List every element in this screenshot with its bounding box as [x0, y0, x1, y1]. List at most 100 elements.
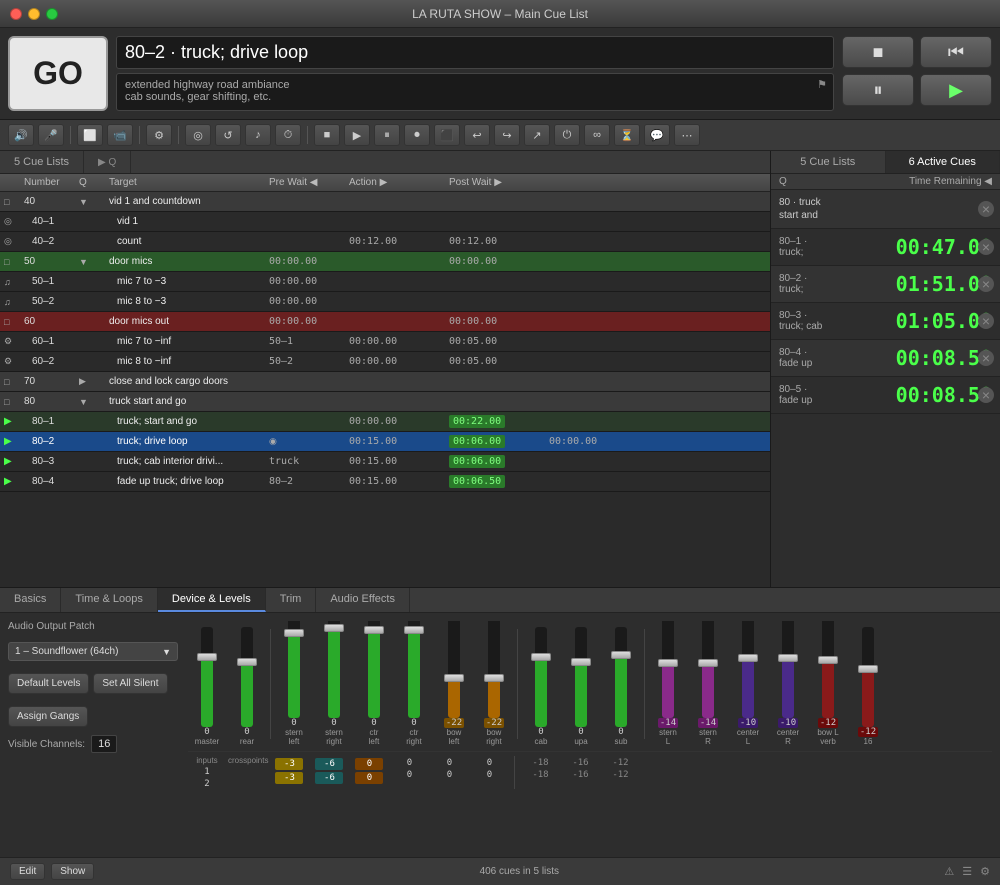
record-btn[interactable]: ⏺ [404, 124, 430, 146]
active-cue-close[interactable]: × [978, 276, 994, 292]
fader-track[interactable] [575, 627, 587, 727]
fader-track[interactable] [742, 621, 754, 718]
goto-btn[interactable]: ↗ [524, 124, 550, 146]
fader-track[interactable] [702, 621, 714, 718]
active-cue-close[interactable]: × [978, 239, 994, 255]
chat-btn[interactable]: 💬 [644, 124, 670, 146]
fader-track[interactable] [448, 621, 460, 718]
fader-track[interactable] [408, 621, 420, 718]
active-cue-close[interactable]: × [978, 201, 994, 217]
power-btn[interactable]: ⏻ [554, 124, 580, 146]
maximize-button[interactable] [46, 8, 58, 20]
mic-btn[interactable]: 🎤 [38, 124, 64, 146]
table-row[interactable]: □ 70 ▶ close and lock cargo doors [0, 372, 770, 392]
table-row[interactable]: □ 60 door mics out 00:00.00 00:00.00 [0, 312, 770, 332]
stop2-btn[interactable]: ■ [314, 124, 340, 146]
active-cue-close[interactable]: × [978, 313, 994, 329]
dots-btn[interactable]: ⋯ [674, 124, 700, 146]
edit-button[interactable]: Edit [10, 863, 45, 880]
table-row[interactable]: ▶ 80–3 truck; cab interior drivi... truc… [0, 452, 770, 472]
play2-btn[interactable]: ▶ [344, 124, 370, 146]
undo-btn[interactable]: ↩ [464, 124, 490, 146]
col-q[interactable]: Q [75, 177, 105, 188]
active-cue-item[interactable]: 80–2 · truck; 01:51.00 × [771, 266, 1000, 303]
redo-btn[interactable]: ↪ [494, 124, 520, 146]
tab-6-active-cues[interactable]: 6 Active Cues [886, 151, 1000, 173]
rewind-button[interactable]: ⏮ [920, 36, 992, 68]
col-post-wait[interactable]: Post Wait ▶ [445, 177, 545, 188]
fader-track[interactable] [288, 621, 300, 718]
active-cue-item[interactable]: 80–3 · truck; cab 01:05.00 × [771, 303, 1000, 340]
tab-audio-effects[interactable]: Audio Effects [316, 588, 410, 612]
fader-track[interactable] [368, 621, 380, 718]
table-row[interactable]: ⚙ 60–1 mic 7 to −inf 50–1 00:00.00 00:05… [0, 332, 770, 352]
tab-trim[interactable]: Trim [266, 588, 317, 612]
fader-track[interactable] [782, 621, 794, 718]
tab-cue-lists[interactable]: 5 Cue Lists [0, 151, 84, 173]
table-row[interactable]: ⚙ 60–2 mic 8 to −inf 50–2 00:00.00 00:05… [0, 352, 770, 372]
tab-device-levels[interactable]: Device & Levels [158, 588, 266, 612]
table-row[interactable]: □ 80 ▼ truck start and go [0, 392, 770, 412]
input-box[interactable]: -6 [315, 772, 343, 784]
table-row[interactable]: ▶ 80–4 fade up truck; drive loop 80–2 00… [0, 472, 770, 492]
minimize-button[interactable] [28, 8, 40, 20]
stop-button[interactable]: ■ [842, 36, 914, 68]
fader-track[interactable] [535, 627, 547, 727]
fade-btn[interactable]: ⬛ [434, 124, 460, 146]
table-row[interactable]: ♫ 50–1 mic 7 to −3 00:00.00 [0, 272, 770, 292]
close-button[interactable] [10, 8, 22, 20]
default-levels-button[interactable]: Default Levels [8, 673, 89, 694]
link-btn[interactable]: ∞ [584, 124, 610, 146]
active-cue-close[interactable]: × [978, 350, 994, 366]
audio-output-select[interactable]: 1 – Soundflower (64ch) ▼ [8, 642, 178, 661]
col-action[interactable]: Action ▶ [345, 177, 445, 188]
tab-5-cue-lists[interactable]: 5 Cue Lists [771, 151, 886, 173]
fader-track[interactable] [615, 627, 627, 727]
screen-btn[interactable]: ⬜ [77, 124, 103, 146]
input-box[interactable]: -6 [315, 758, 343, 770]
active-cue-item[interactable]: 80–1 · truck; 00:47.00 × [771, 229, 1000, 266]
fader-track[interactable] [241, 627, 253, 727]
fader-track[interactable] [862, 627, 874, 727]
tab-active-cues-secondary[interactable]: ▶ Q [84, 151, 131, 173]
mixer-btn[interactable]: ⚙ [146, 124, 172, 146]
loop-btn[interactable]: ↺ [215, 124, 241, 146]
go-button[interactable]: GO [8, 36, 108, 111]
table-row[interactable]: ▶ 80–2 truck; drive loop ◉ 00:15.00 00:0… [0, 432, 770, 452]
active-cue-item[interactable]: 80–4 · fade up 00:08.50 × [771, 340, 1000, 377]
fader-track[interactable] [201, 627, 213, 727]
tab-time-loops[interactable]: Time & Loops [61, 588, 157, 612]
set-all-silent-button[interactable]: Set All Silent [93, 673, 167, 694]
input-box[interactable]: 0 [355, 758, 383, 770]
col-number[interactable]: Number [20, 177, 75, 188]
tab-basics[interactable]: Basics [0, 588, 61, 612]
assign-gangs-button[interactable]: Assign Gangs [8, 706, 88, 727]
col-target[interactable]: Target [105, 177, 265, 188]
music-btn[interactable]: ♪ [245, 124, 271, 146]
active-cue-close[interactable]: × [978, 387, 994, 403]
fader-track[interactable] [488, 621, 500, 718]
pause2-btn[interactable]: ⏸ [374, 124, 400, 146]
timer-btn[interactable]: ⏳ [614, 124, 640, 146]
camera-btn[interactable]: 📹 [107, 124, 133, 146]
pause-button[interactable]: ⏸ [842, 74, 914, 106]
show-button[interactable]: Show [51, 863, 94, 880]
table-row[interactable]: ◎ 40–1 vid 1 [0, 212, 770, 232]
input-box[interactable]: 0 [355, 772, 383, 784]
window-controls[interactable] [10, 8, 58, 20]
active-cue-item[interactable]: 80 · truckstart and × [771, 190, 1000, 229]
speaker-btn[interactable]: 🔊 [8, 124, 34, 146]
target-btn[interactable]: ◎ [185, 124, 211, 146]
clock-btn[interactable]: ⏱ [275, 124, 301, 146]
fader-track[interactable] [822, 621, 834, 718]
input-box[interactable]: -3 [275, 772, 303, 784]
table-row[interactable]: □ 50 ▼ door mics 00:00.00 00:00.00 [0, 252, 770, 272]
table-row[interactable]: □ 40 ▼ vid 1 and countdown [0, 192, 770, 212]
table-row[interactable]: ◎ 40–2 count 00:12.00 00:12.00 [0, 232, 770, 252]
fader-track[interactable] [662, 621, 674, 718]
col-pre-wait[interactable]: Pre Wait ◀ [265, 177, 345, 188]
input-box[interactable]: -3 [275, 758, 303, 770]
play-button[interactable]: ▶ [920, 74, 992, 106]
active-cue-item[interactable]: 80–5 · fade up 00:08.50 × [771, 377, 1000, 414]
table-row[interactable]: ♫ 50–2 mic 8 to −3 00:00.00 [0, 292, 770, 312]
